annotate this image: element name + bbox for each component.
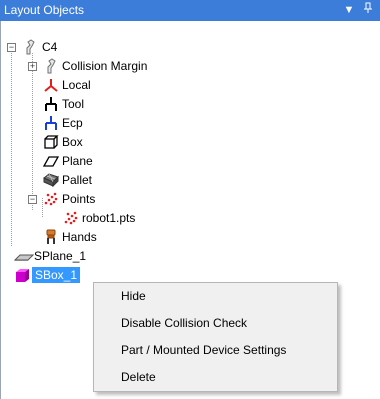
tree-node-robot1-pts[interactable]: robot1.pts (1, 209, 380, 227)
ecp-frame-icon (43, 115, 59, 131)
menu-item-part-mounted-device-settings[interactable]: Part / Mounted Device Settings (94, 338, 337, 364)
menu-item-label: Hide (121, 289, 146, 303)
tree-node-label: Collision Margin (62, 59, 148, 73)
points-icon (63, 210, 79, 226)
tree-node-local[interactable]: Local (1, 76, 380, 94)
pin-icon[interactable] (361, 2, 375, 18)
tree-node-label: Ecp (62, 116, 83, 130)
menu-item-label: Disable Collision Check (121, 316, 248, 330)
chevron-down-icon[interactable]: ▼ (342, 2, 356, 18)
pallet-icon (43, 172, 59, 188)
tree-node-label: SBox_1 (32, 267, 81, 283)
box-icon (43, 134, 59, 150)
splane-icon (13, 248, 35, 264)
collapse-toggle[interactable]: − (7, 43, 16, 52)
menu-item-label: Delete (121, 370, 156, 384)
expand-toggle[interactable]: + (28, 62, 37, 71)
points-icon (43, 191, 59, 207)
tree-node-label: Points (62, 192, 96, 206)
context-menu: Hide Disable Collision Check Part / Moun… (93, 282, 338, 392)
tree-node-c4[interactable]: − C4 (1, 38, 380, 56)
tree-node-collision-margin[interactable]: + Collision Margin (1, 57, 380, 75)
menu-item-delete[interactable]: Delete (94, 365, 337, 391)
tree-node-points[interactable]: − Points (1, 190, 380, 208)
tree-node-label: Local (62, 78, 91, 92)
tree-node-label: Tool (62, 97, 85, 111)
collapse-toggle[interactable]: − (28, 195, 37, 204)
menu-item-hide[interactable]: Hide (94, 284, 337, 310)
robot-arm-icon (22, 39, 38, 55)
local-frame-icon (43, 77, 59, 93)
menu-item-label: Part / Mounted Device Settings (121, 343, 287, 357)
panel-titlebar: Layout Objects ▼ (0, 0, 380, 21)
tree-node-label: C4 (42, 40, 58, 54)
tree-node-label: SPlane_1 (34, 249, 87, 263)
tree-node-box[interactable]: Box (1, 133, 380, 151)
tree-node-ecp[interactable]: Ecp (1, 114, 380, 132)
tree-node-pallet[interactable]: Pallet (1, 171, 380, 189)
robot-arm-icon (43, 58, 59, 74)
tree-node-label: robot1.pts (82, 211, 136, 225)
plane-icon (42, 153, 60, 169)
tree-node-hands[interactable]: Hands (1, 228, 380, 246)
tree-node-label: Box (62, 135, 83, 149)
menu-item-disable-collision-check[interactable]: Disable Collision Check (94, 311, 337, 337)
panel-title: Layout Objects (4, 3, 85, 17)
hand-icon (43, 229, 59, 245)
tree-node-splane-1[interactable]: SPlane_1 (1, 247, 380, 265)
tree-node-label: Pallet (62, 173, 93, 187)
tree-node-label: Plane (62, 154, 93, 168)
tree-node-tool[interactable]: Tool (1, 95, 380, 113)
tree-node-label: Hands (62, 230, 97, 244)
tree-node-plane[interactable]: Plane (1, 152, 380, 170)
sbox-icon (14, 267, 30, 283)
tool-frame-icon (43, 96, 59, 112)
